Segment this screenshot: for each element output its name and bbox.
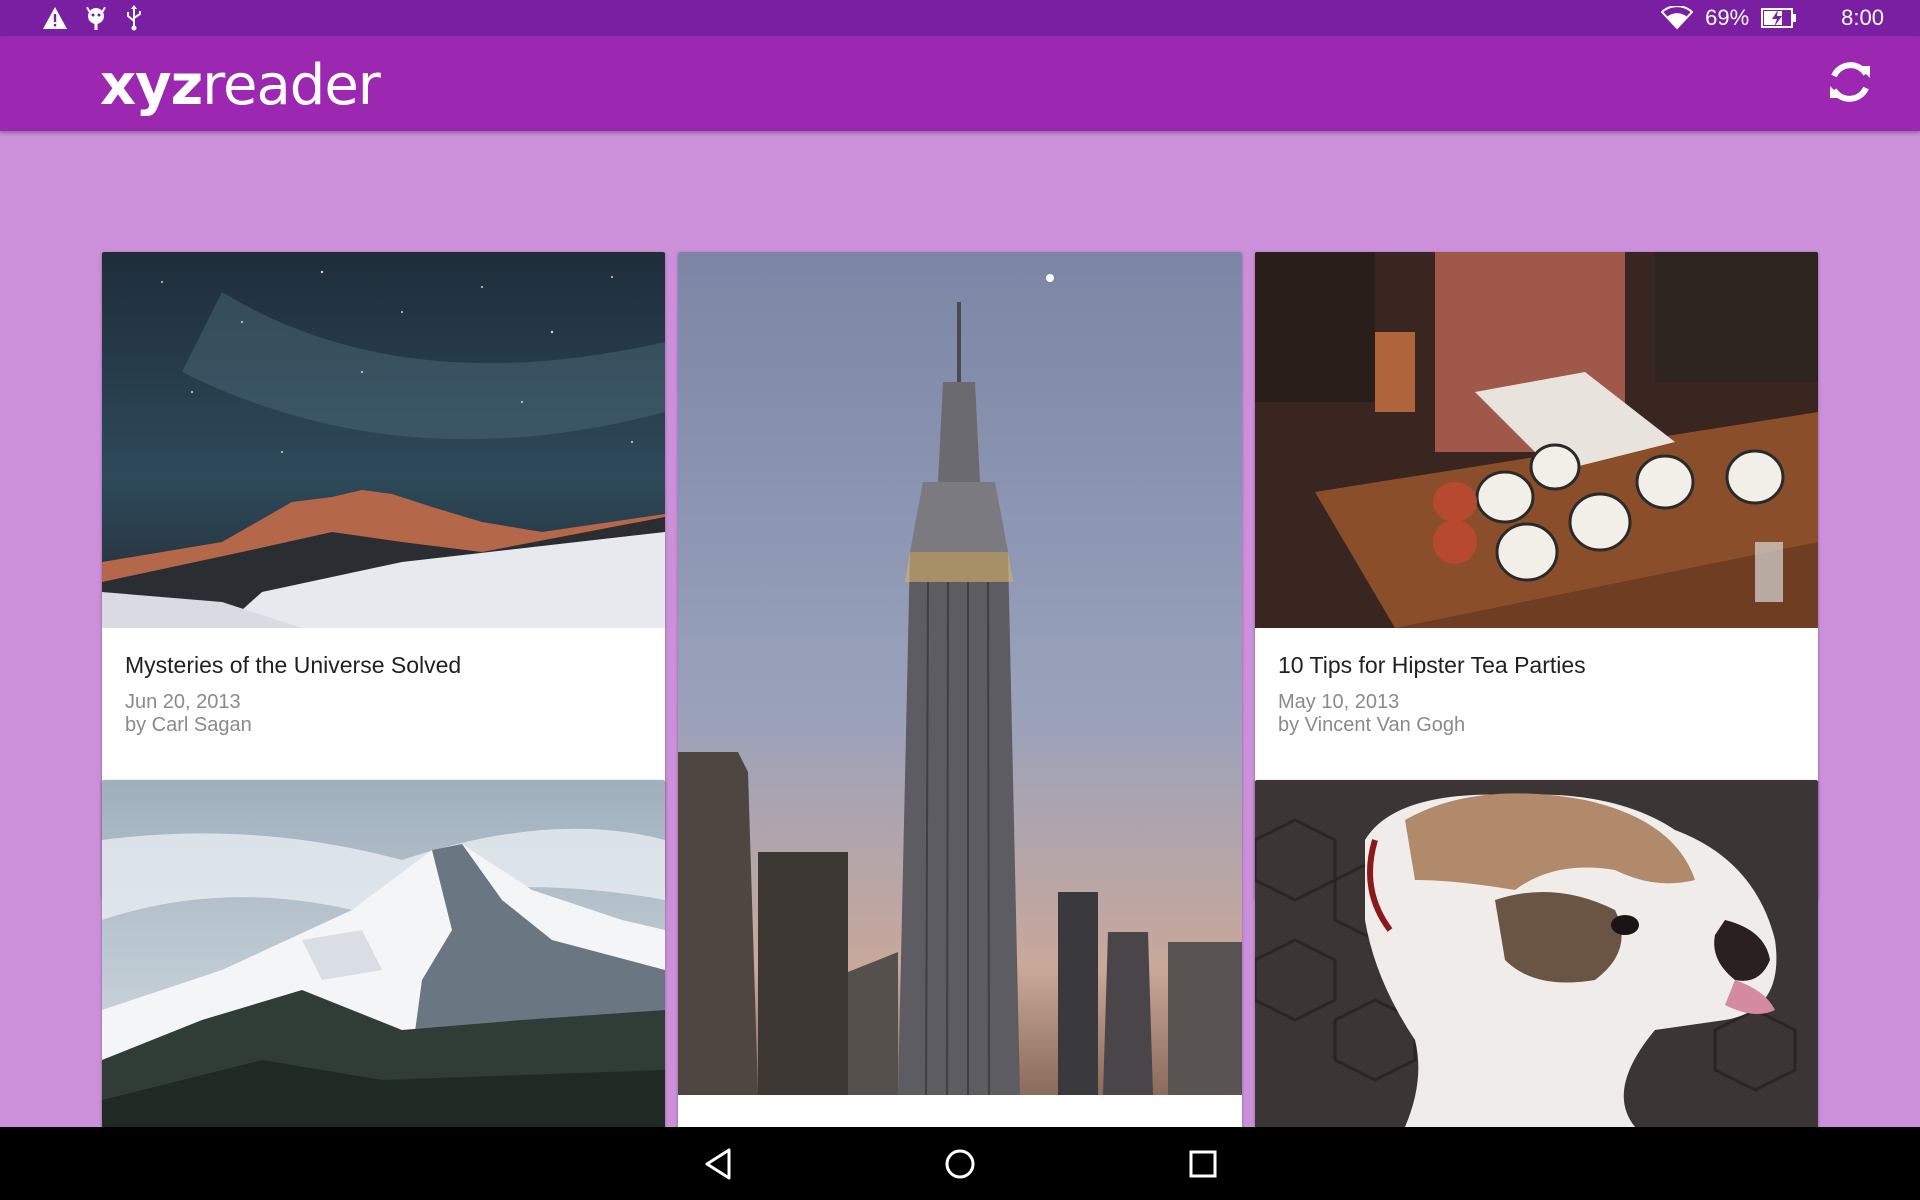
article-title: 10 Tips for Hipster Tea Parties (1278, 652, 1586, 678)
home-button[interactable] (942, 1146, 978, 1182)
refresh-icon (1830, 62, 1870, 102)
usb-icon (127, 5, 141, 31)
article-thumbnail (1255, 780, 1818, 1127)
article-thumbnail (678, 252, 1242, 1095)
article-thumbnail (102, 252, 665, 628)
article-card[interactable] (678, 252, 1242, 1127)
refresh-button[interactable] (1822, 54, 1878, 110)
logo-bold-part: xyz (100, 53, 203, 118)
logo-regular-part: reader (202, 53, 381, 118)
article-author: by Vincent Van Gogh (1278, 714, 1466, 736)
article-date: Jun 20, 2013 (125, 691, 241, 713)
clock: 8:00 (1841, 5, 1884, 30)
article-thumbnail (1255, 252, 1818, 628)
app-logo: xyzreader (100, 58, 381, 114)
recents-icon (1189, 1150, 1217, 1178)
home-icon (945, 1149, 975, 1179)
article-grid: Mysteries of the Universe Solved Jun 20,… (0, 131, 1920, 1127)
back-icon (705, 1148, 731, 1180)
recents-button[interactable] (1185, 1146, 1221, 1182)
article-date: May 10, 2013 (1278, 691, 1400, 713)
wifi-icon (1661, 6, 1694, 30)
android-debug-icon (86, 6, 106, 30)
navigation-bar (0, 1127, 1920, 1200)
battery-charging-icon (1761, 8, 1797, 28)
warning-icon (43, 7, 67, 29)
article-title: Mysteries of the Universe Solved (125, 652, 462, 678)
status-bar: 69% 8:00 (0, 0, 1920, 36)
article-thumbnail (102, 780, 665, 1127)
app-bar: xyzreader (0, 36, 1920, 131)
article-card[interactable] (102, 780, 665, 1127)
back-button[interactable] (701, 1146, 737, 1182)
article-author: by Carl Sagan (125, 714, 252, 736)
battery-percent: 69% (1705, 5, 1750, 30)
article-card[interactable] (1255, 780, 1818, 1127)
